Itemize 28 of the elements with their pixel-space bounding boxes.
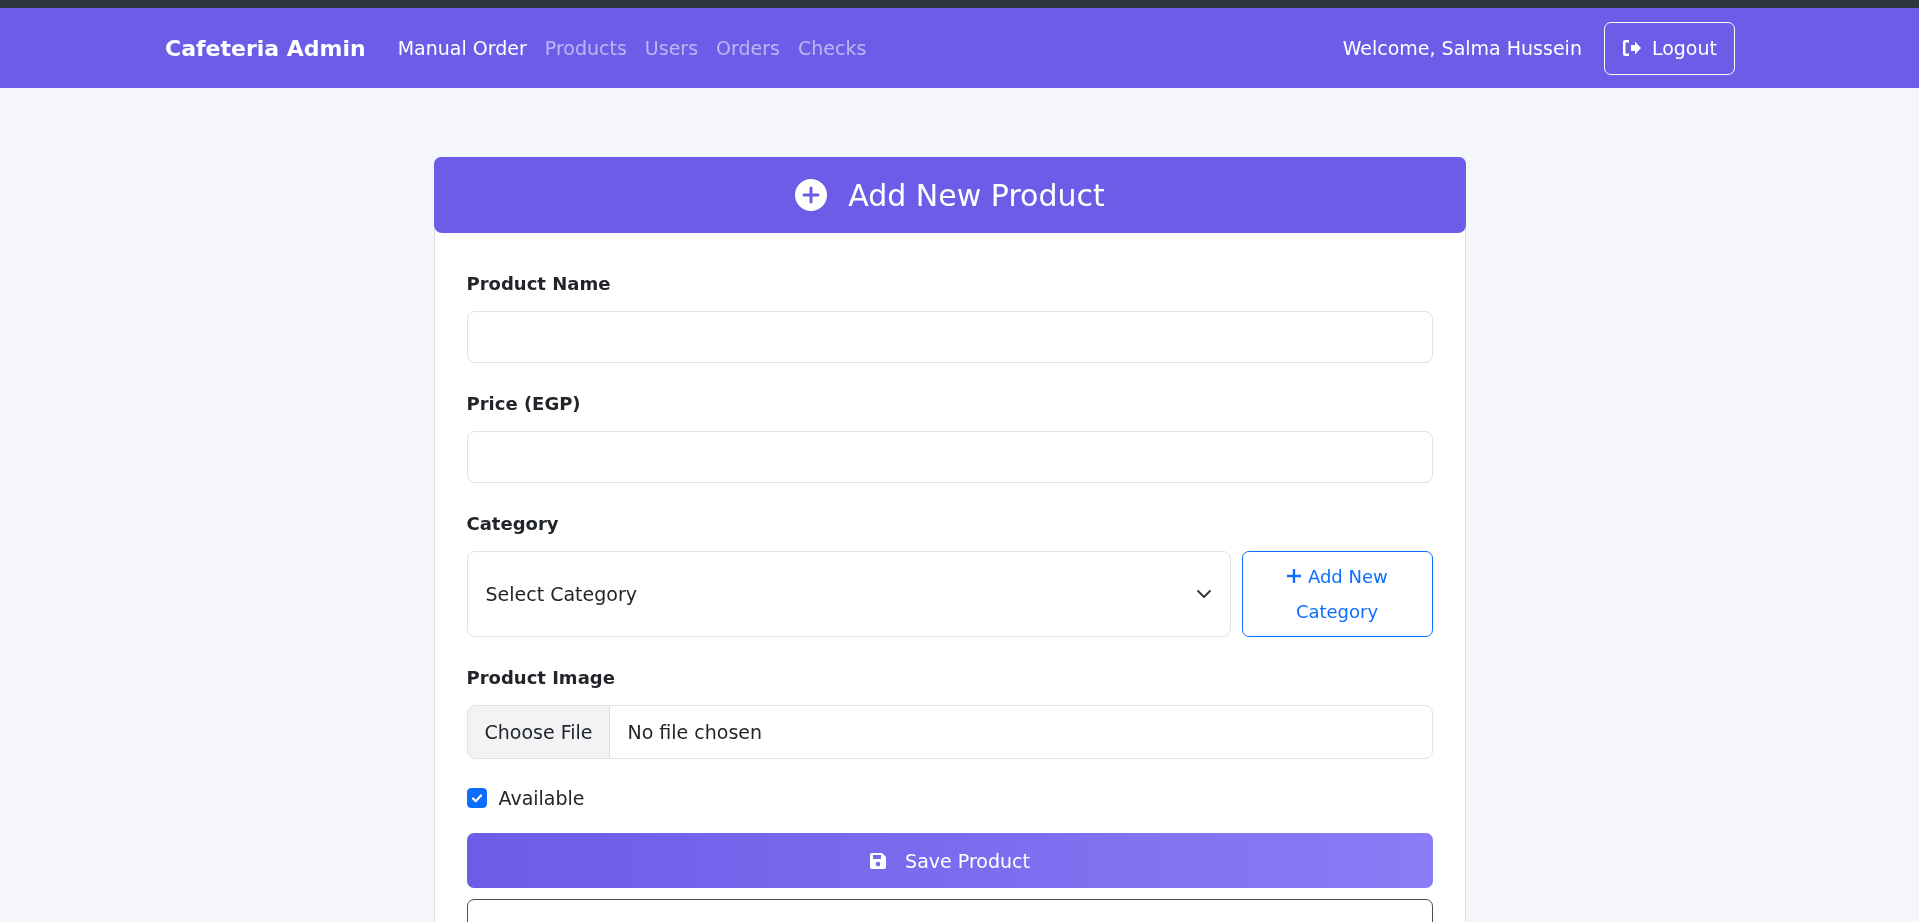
- checkbox-label: Available: [498, 787, 585, 809]
- file-status-text: No file chosen: [626, 720, 763, 745]
- field-label: Price (EGP): [466, 393, 582, 414]
- nav-link[interactable]: Orders: [716, 37, 780, 59]
- card-title: Add New Product: [848, 177, 1105, 213]
- input-field[interactable]: [466, 431, 1433, 483]
- input-field[interactable]: [466, 311, 1433, 363]
- logout-button[interactable]: Logout: [1603, 21, 1735, 75]
- field-label: Product Image: [466, 667, 616, 688]
- welcome-text: Welcome, Salma Hussein: [1342, 37, 1582, 59]
- field-label: Product Name: [466, 273, 612, 294]
- chevron-down-icon: [1195, 589, 1212, 599]
- nav-link[interactable]: Products: [544, 37, 627, 59]
- nav-link[interactable]: Users: [644, 37, 699, 59]
- file-input[interactable]: Choose File No file chosen: [466, 705, 1433, 759]
- choose-file-button[interactable]: Choose File: [467, 706, 611, 758]
- checkmark-icon: [469, 791, 484, 805]
- add-category-button[interactable]: Add New Category: [1241, 551, 1433, 637]
- nav-link[interactable]: Manual Order: [397, 37, 527, 59]
- available-checkbox[interactable]: [466, 788, 487, 808]
- plus-icon: [1286, 568, 1303, 584]
- logout-icon: [1621, 39, 1642, 57]
- field-label: Category: [466, 513, 560, 534]
- plus-circle-icon: [794, 178, 829, 212]
- category-dropdown[interactable]: Select Category: [466, 551, 1231, 637]
- save-product-button[interactable]: Save Product: [466, 833, 1433, 888]
- nav-link[interactable]: Checks: [797, 37, 867, 59]
- brand-title[interactable]: Cafeteria Admin: [165, 35, 366, 61]
